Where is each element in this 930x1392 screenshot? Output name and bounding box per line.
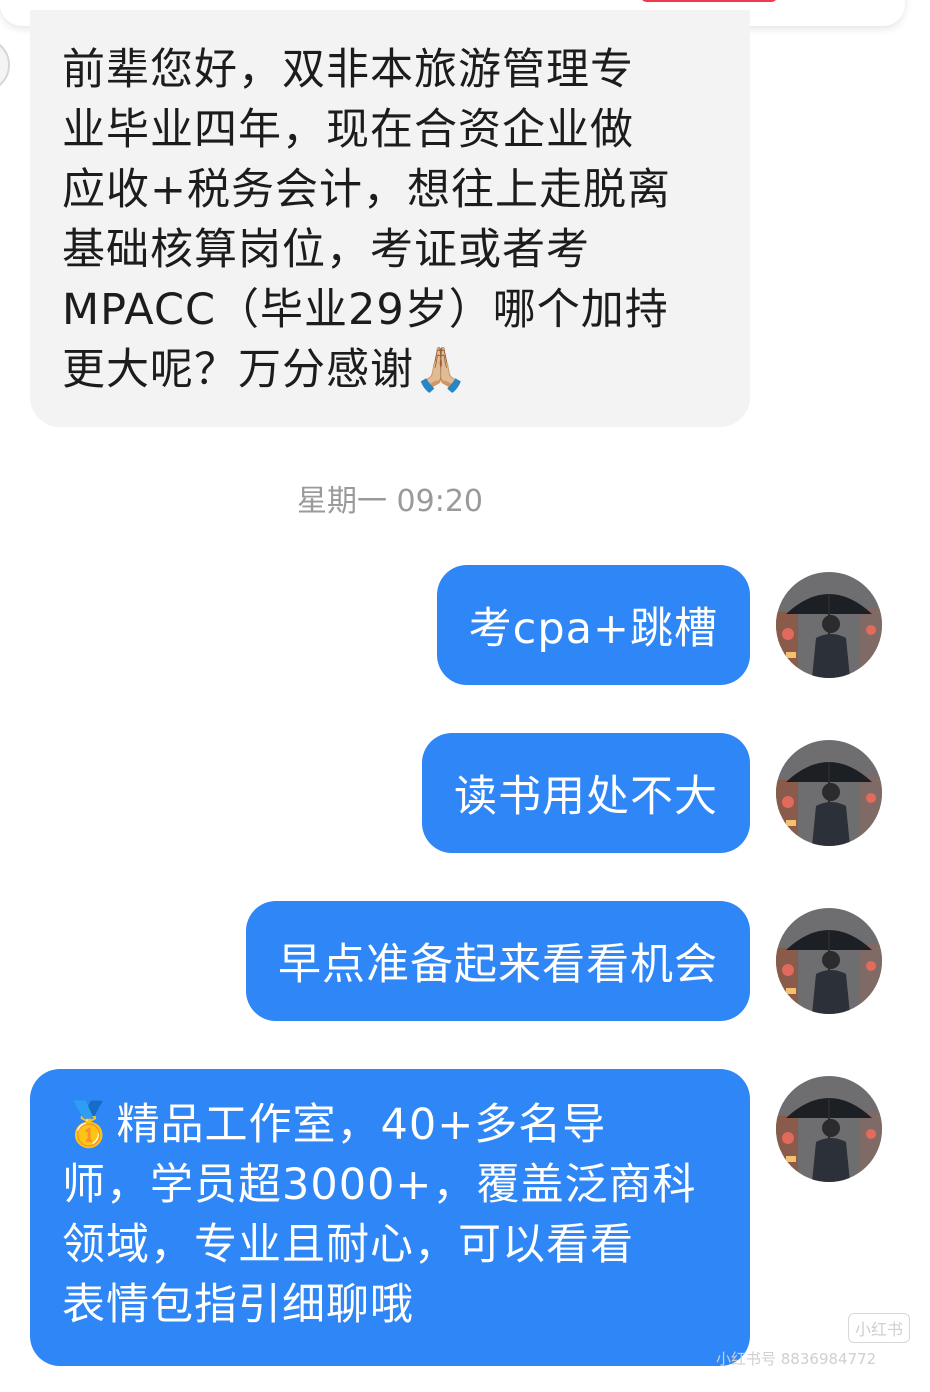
outgoing-message-bubble: 🥇精品工作室，40+多名导 师，学员超3000+，覆盖泛商科 领域，专业且耐心，… [30,1069,750,1366]
incoming-message-text: 前辈您好，双非本旅游管理专 业毕业四年，现在合资企业做 应收+税务会计，想往上走… [62,45,672,395]
outgoing-message-bubble: 读书用处不大 [422,733,750,853]
man-with-umbrella-icon [776,1076,882,1182]
watermark-text: 小红书号 8836984772 [716,1350,877,1368]
sender-avatar[interactable] [0,38,10,92]
user-avatar[interactable] [776,740,882,846]
man-with-umbrella-icon [776,740,882,846]
user-avatar[interactable] [776,1076,882,1182]
top-accent-button[interactable] [640,0,778,2]
user-avatar[interactable] [776,908,882,1014]
outgoing-message-bubble: 考cpa+跳槽 [436,565,750,685]
outgoing-message-text: 早点准备起来看看机会 [278,940,718,990]
outgoing-message-text: 🥇精品工作室，40+多名导 师，学员超3000+，覆盖泛商科 领域，专业且耐心，… [62,1100,697,1330]
user-avatar[interactable] [776,572,882,678]
man-with-umbrella-icon [776,908,882,1014]
man-with-umbrella-icon [776,572,882,678]
outgoing-message-text: 读书用处不大 [454,772,718,822]
outgoing-message-text: 考cpa+跳槽 [468,604,718,654]
watermark-logo: 小红书 [848,1313,911,1343]
message-timestamp: 星期一 09:20 [297,484,483,519]
outgoing-message-bubble: 早点准备起来看看机会 [246,901,750,1021]
incoming-message-bubble: 前辈您好，双非本旅游管理专 业毕业四年，现在合资企业做 应收+税务会计，想往上走… [30,10,750,427]
